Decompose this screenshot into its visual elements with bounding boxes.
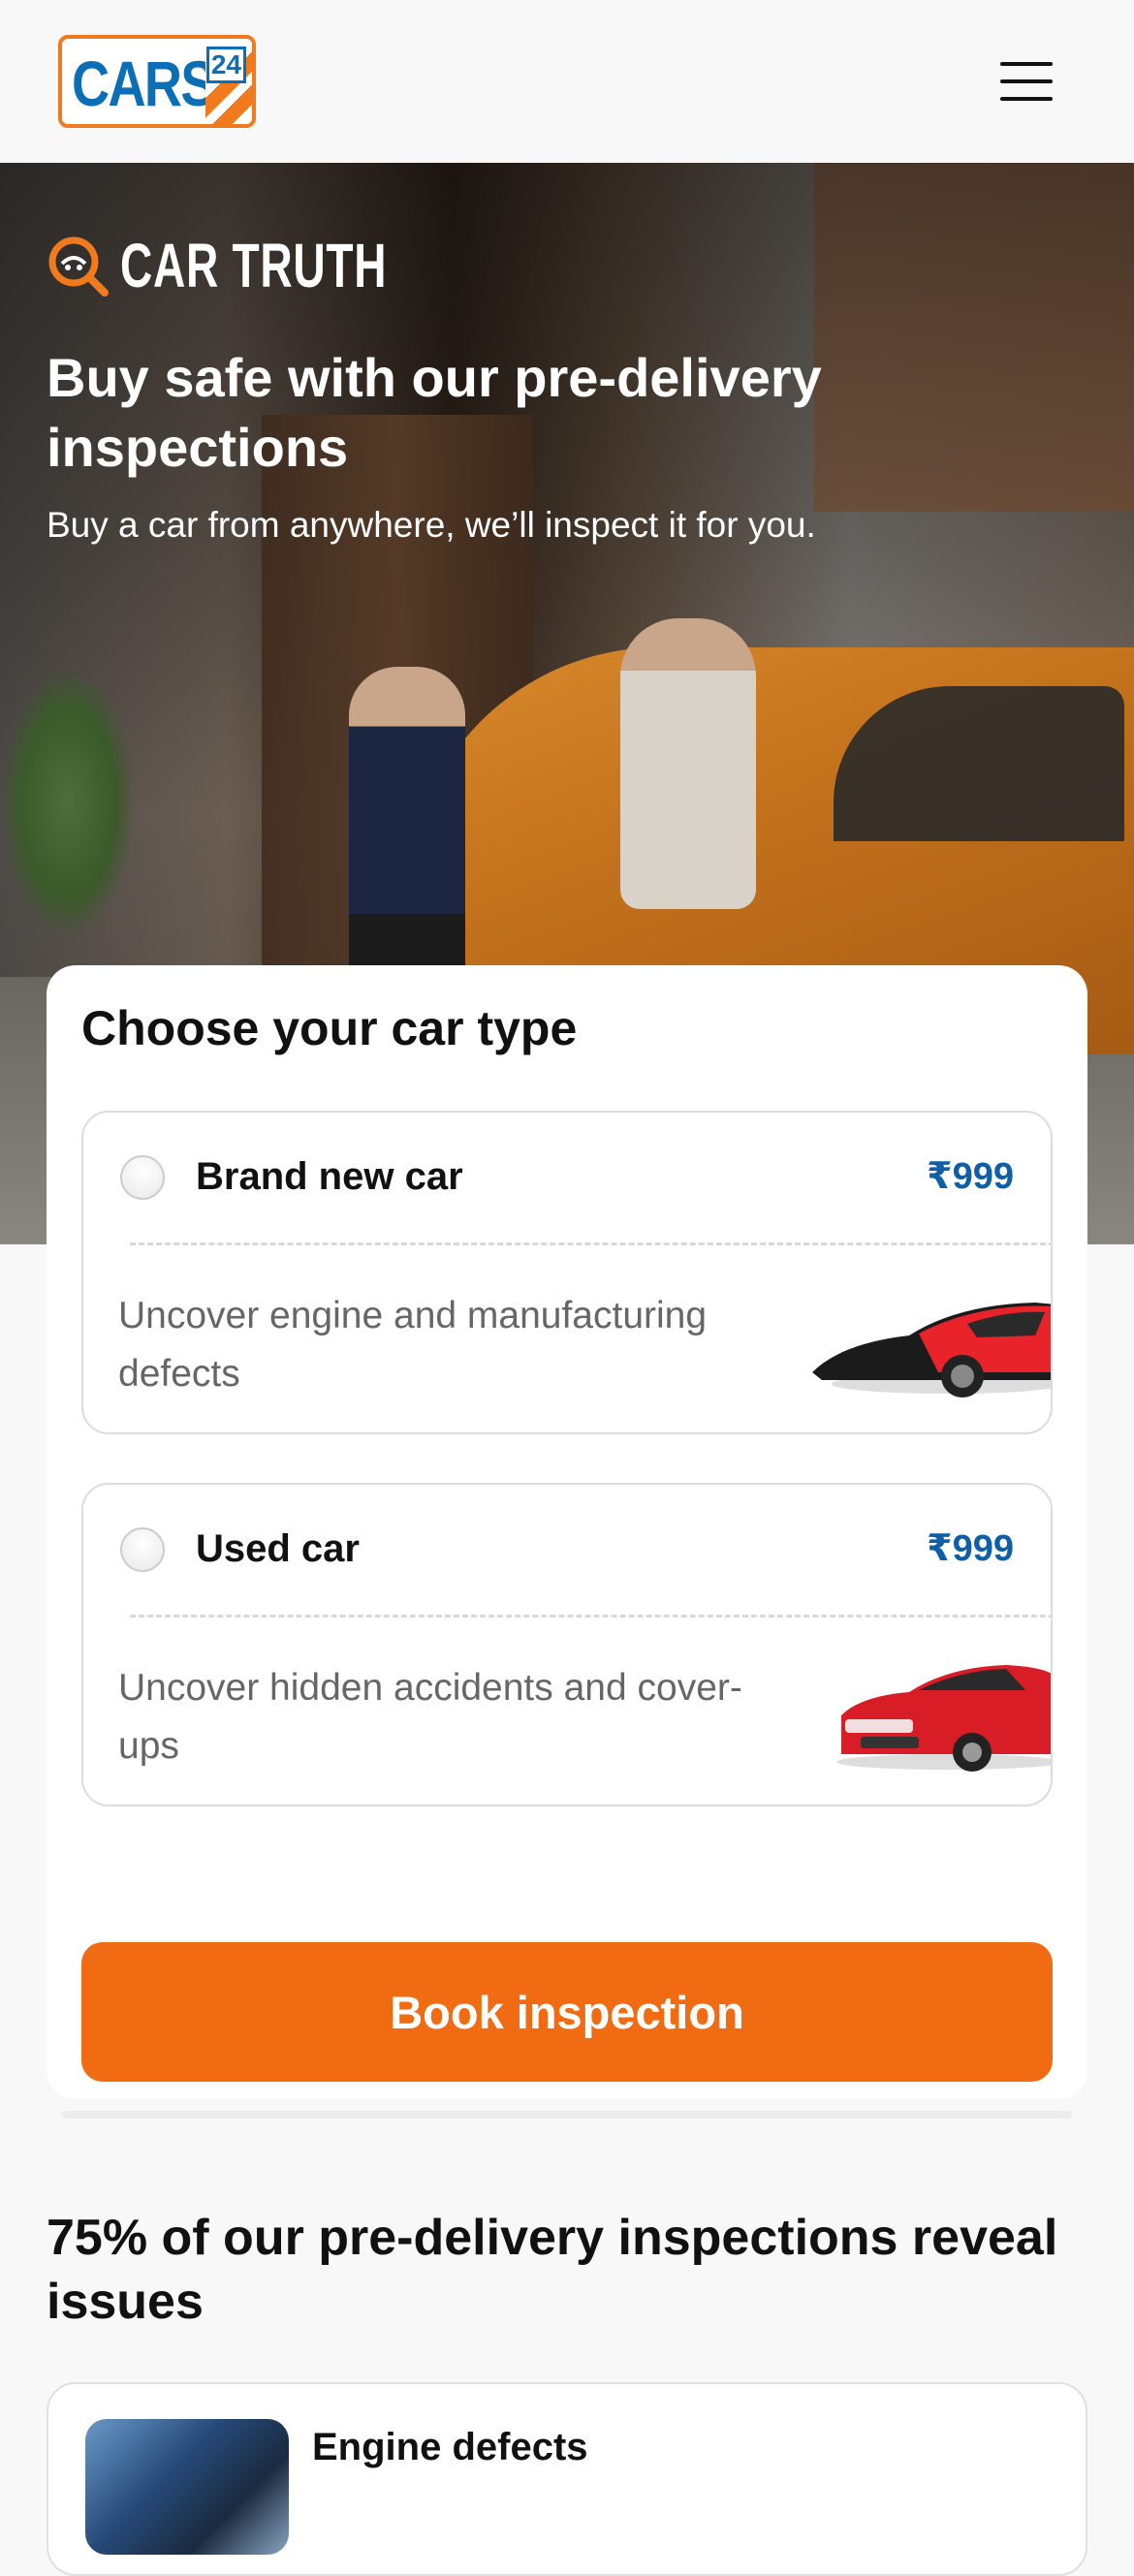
stats-heading: 75% of our pre-delivery inspections reve… [47, 2210, 1058, 2330]
engine-thumbnail-image [85, 2419, 289, 2555]
hamburger-menu-icon[interactable] [996, 56, 1056, 107]
hero-subtitle: Buy a car from anywhere, we’ll inspect i… [47, 505, 816, 545]
radio-button[interactable] [120, 1527, 165, 1572]
car-type-heading: Choose your car type [81, 1001, 578, 1055]
option-used-car[interactable]: Used car ₹999 Uncover hidden accidents a… [81, 1483, 1053, 1806]
hero-customer-person [620, 618, 756, 909]
option-price: ₹999 [927, 1156, 1014, 1197]
option-description: Uncover hidden accidents and cover-ups [118, 1667, 742, 1767]
black-red-car-icon [812, 1303, 1051, 1398]
option-price: ₹999 [927, 1528, 1014, 1569]
issue-title: Engine defects [312, 2426, 588, 2468]
option-brand-new-car[interactable]: Brand new car ₹999 Uncover engine and ma… [81, 1111, 1053, 1434]
option-name: Used car [196, 1527, 360, 1570]
logo-text: CARS [72, 47, 215, 119]
radio-button[interactable] [120, 1155, 165, 1200]
hero-title: Buy safe with our pre-delivery inspectio… [47, 347, 822, 478]
option-name: Brand new car [196, 1155, 463, 1198]
issue-card-engine-defects[interactable]: Engine defects [47, 2382, 1087, 2576]
book-inspection-button[interactable]: Book inspection [81, 1942, 1053, 2082]
option-description: Uncover engine and manufacturing defects [118, 1295, 708, 1395]
dashed-divider [130, 1242, 1051, 1245]
brand-name: CAR TRUTH [120, 231, 388, 300]
red-sedan-icon [836, 1665, 1051, 1772]
dashed-divider [130, 1615, 1051, 1618]
logo-number: 24 [205, 47, 246, 83]
cars24-logo[interactable]: CARS 24 [58, 35, 256, 128]
car-type-card: Choose your car type Brand new car ₹999 … [47, 965, 1087, 2099]
card-shadow [62, 2111, 1072, 2119]
hero-bg-plant [0, 667, 136, 938]
magnifier-car-icon [48, 236, 109, 297]
app-header: CARS 24 [0, 0, 1134, 163]
